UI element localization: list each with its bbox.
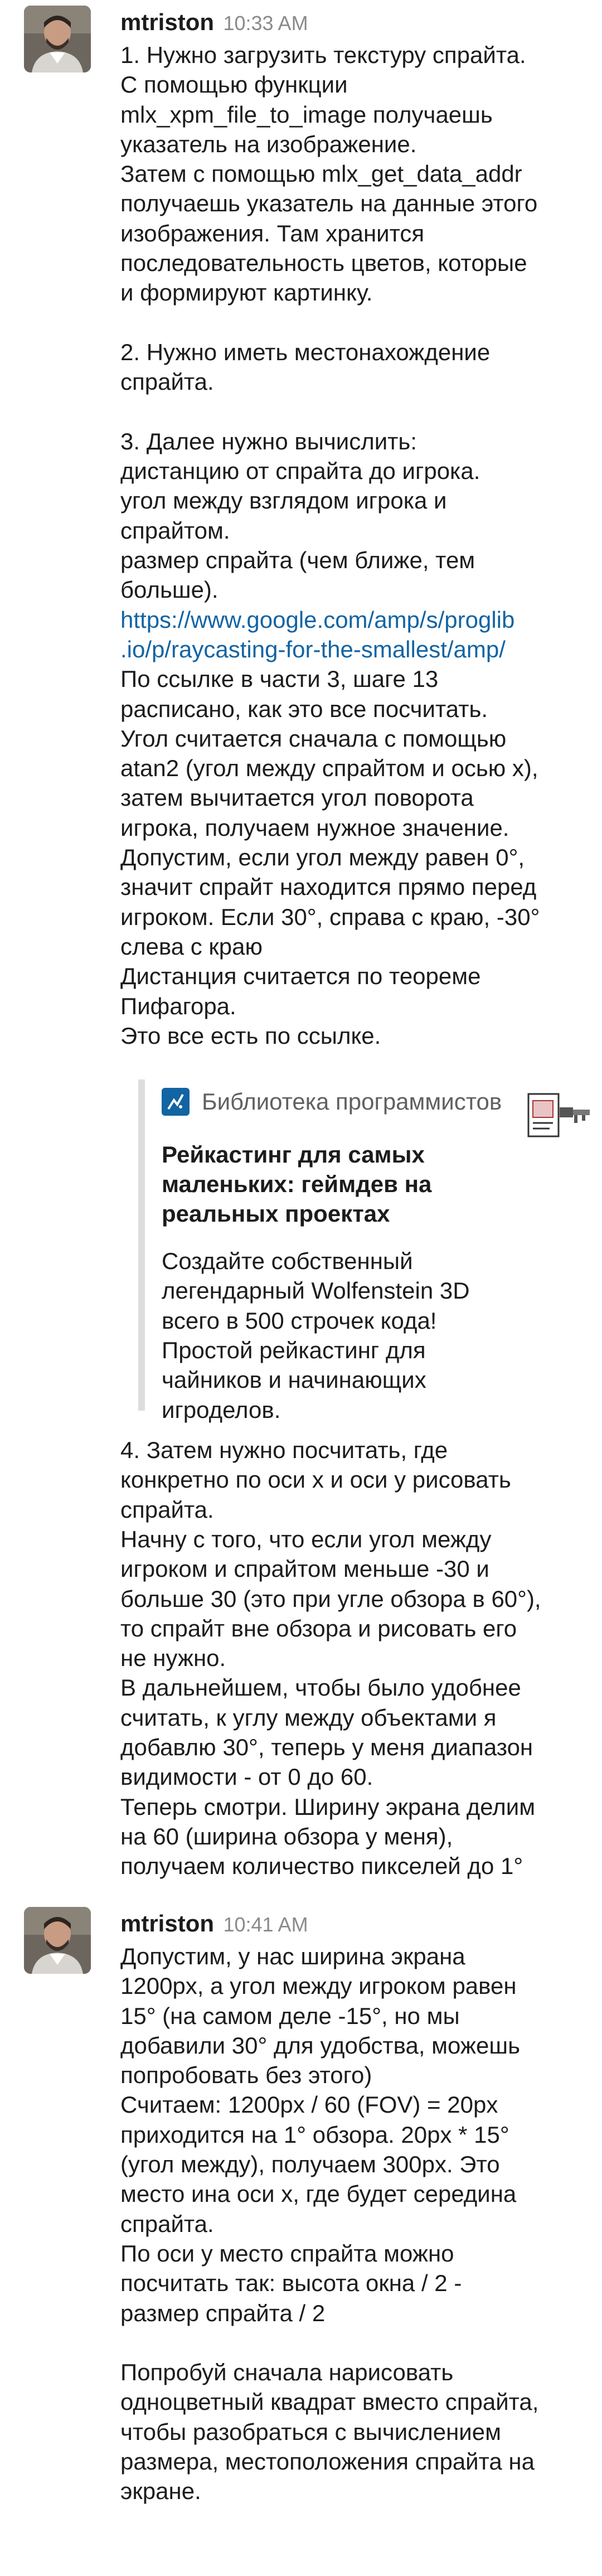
message-text-after-link: По ссылке в части 3, шаге 13 расписано, … — [120, 666, 540, 1049]
avatar-photo-icon — [24, 1907, 91, 1974]
message-text-final: 4. Затем нужно посчитать, где конкретно … — [120, 1437, 541, 1880]
message-text: 1. Нужно загрузить текстуру спрайта. С п… — [120, 42, 538, 603]
preview-description: Создайте собственный легендарный Wolfens… — [162, 1248, 470, 1423]
user-avatar[interactable] — [24, 6, 91, 72]
timestamp[interactable]: 10:33 AM — [223, 12, 308, 35]
message-text: Допустим, у нас ширина экрана 1200px, а … — [120, 1943, 539, 2505]
avatar-photo-icon — [24, 6, 91, 72]
author-name[interactable]: mtriston — [120, 1910, 214, 1936]
message-header: mtriston 10:33 AM — [120, 4, 577, 40]
preview-title[interactable]: Рейкастинг для самых маленьких: геймдев … — [162, 1140, 507, 1228]
author-name[interactable]: mtriston — [120, 9, 214, 35]
message-link[interactable]: https://www.google.com/amp/s/proglib .io… — [120, 605, 577, 665]
message-header: mtriston 10:41 AM — [120, 1906, 577, 1941]
message-content: mtriston 10:33 AM 1. Нужно загрузить тек… — [120, 4, 590, 1881]
user-avatar[interactable] — [24, 1907, 91, 1974]
message-content: mtriston 10:41 AM Допустим, у нас ширина… — [120, 1906, 577, 2506]
link-preview[interactable]: Библиотека программистов Рейкастинг для … — [138, 1079, 591, 1423]
timestamp[interactable]: 10:41 AM — [223, 1913, 308, 1936]
site-logo-icon — [162, 1088, 190, 1116]
preview-thumbnail-icon[interactable] — [524, 1091, 596, 1141]
preview-site-name: Библиотека программистов — [202, 1088, 502, 1115]
